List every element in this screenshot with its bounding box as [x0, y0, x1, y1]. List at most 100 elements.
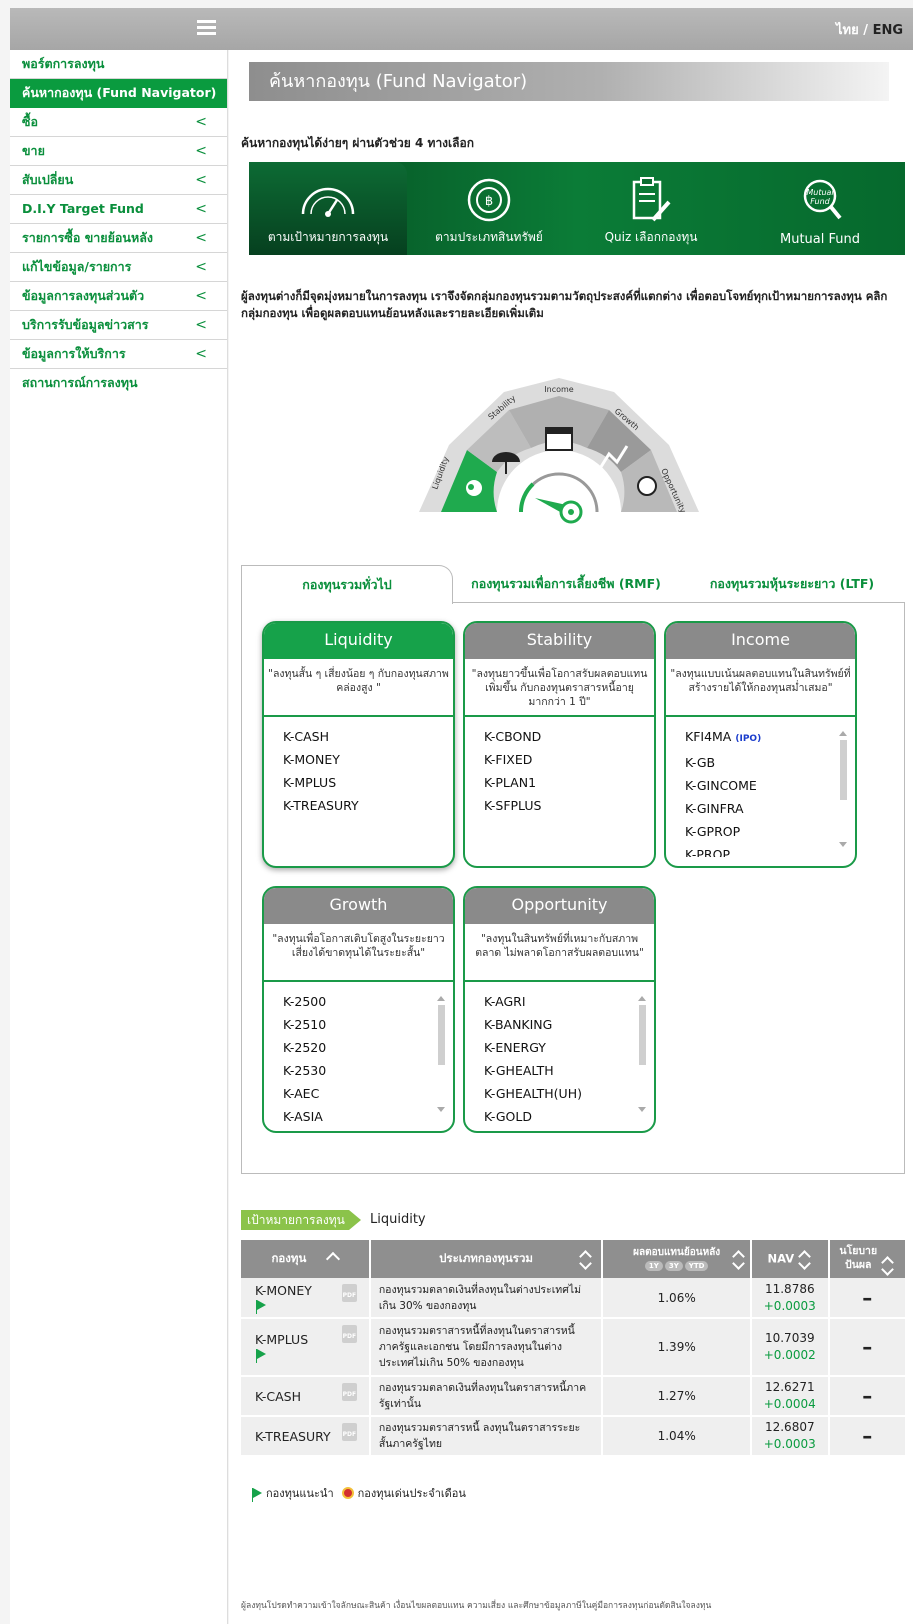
sidebar-item-label: พอร์ตการลงทุน: [22, 56, 105, 71]
fund-link[interactable]: K-GINCOME: [685, 774, 855, 797]
sidebar-item[interactable]: ซื้อ <: [10, 108, 227, 137]
sidebar-item[interactable]: สถานการณ์การลงทุน: [10, 369, 227, 398]
col-return[interactable]: ผลตอบแทนย้อนหลัง 1Y 3Y YTD: [602, 1240, 753, 1278]
sidebar-item-label: ข้อมูลการลงทุนส่วนตัว: [22, 288, 145, 303]
pdf-icon[interactable]: PDF: [341, 1383, 357, 1401]
fund-link[interactable]: K-2510: [283, 1013, 453, 1036]
fund-link[interactable]: K-2530: [283, 1059, 453, 1082]
menu-icon[interactable]: [197, 20, 216, 36]
fund-cell[interactable]: K-MPLUS PDF: [241, 1318, 371, 1377]
table-row[interactable]: K-TREASURY PDF กองทุนรวมตราสารหนี้ ลงทุนใน…: [241, 1416, 905, 1457]
fund-link[interactable]: K-2500: [283, 990, 453, 1013]
col-fund[interactable]: กองทุน: [241, 1240, 371, 1278]
sidebar-item-label: ขาย: [22, 143, 45, 158]
sidebar-item[interactable]: สับเปลี่ยน <: [10, 166, 227, 195]
chevron-left-icon: <: [195, 346, 207, 362]
card-scrollbar[interactable]: [839, 731, 847, 847]
pdf-icon[interactable]: PDF: [341, 1284, 357, 1302]
nav-cell: 12.6807 +0.0003: [751, 1416, 830, 1457]
fund-card-stability[interactable]: Stability "ลงทุนยาวขึ้นเพื่อโอกาสรับผลตอบ…: [463, 621, 656, 868]
sidebar-item[interactable]: แก้ไขข้อมูล/รายการ <: [10, 253, 227, 282]
fund-link[interactable]: K-GOLD: [484, 1105, 654, 1122]
fund-link[interactable]: K-ENERGY: [484, 1036, 654, 1059]
svg-text:฿: ฿: [485, 194, 493, 209]
fund-card-liquidity[interactable]: Liquidity "ลงทุนสั้น ๆ เสี่ยงน้อย ๆ กับกอ…: [262, 621, 455, 868]
fund-card-income[interactable]: Income "ลงทุนแบบเน้นผลตอบแทนในสินทรัพย์ที…: [664, 621, 857, 868]
return-period-pills[interactable]: 1Y 3Y YTD: [603, 1259, 750, 1272]
tab-ltf[interactable]: กองทุนรวมหุ้นระยะยาว (LTF): [679, 565, 905, 603]
tab-quiz[interactable]: Quiz เลือกกองทุน: [571, 162, 731, 255]
ipo-badge: (IPO): [735, 734, 762, 744]
sidebar-item[interactable]: ข้อมูลการให้บริการ <: [10, 340, 227, 369]
sidebar-item-label: ซื้อ: [22, 114, 38, 129]
fund-link[interactable]: K-PROP: [685, 843, 855, 857]
fund-link[interactable]: K-PLAN1: [484, 771, 654, 794]
fund-link[interactable]: K-BANKING: [484, 1013, 654, 1036]
sidebar-item[interactable]: รายการซื้อ ขายย้อนหลัง <: [10, 224, 227, 253]
tab-mutual-fund[interactable]: Mutual Fund Mutual Fund: [735, 162, 905, 255]
fund-link[interactable]: K-AEC: [283, 1082, 453, 1105]
tab-rmf[interactable]: กองทุนรวมเพื่อการเลี้ยงชีพ (RMF): [455, 565, 677, 603]
fund-link[interactable]: K-FIXED: [484, 748, 654, 771]
sidebar-item[interactable]: พอร์ตการลงทุน: [10, 50, 227, 79]
table-row[interactable]: K-MPLUS PDF กองทุนรวมตราสารหนี้ที่ลงทุนในต…: [241, 1318, 905, 1377]
card-scrollbar[interactable]: [437, 996, 445, 1112]
nav-cell: 11.8786 +0.0003: [751, 1278, 830, 1319]
table-row[interactable]: K-MONEY PDF กองทุนรวมตลาดเงินที่ลงทุนในต่า…: [241, 1278, 905, 1319]
fund-cell[interactable]: K-CASH PDF: [241, 1376, 371, 1417]
gauge-icon: [301, 187, 355, 217]
fund-link[interactable]: K-GB: [685, 751, 855, 774]
table-row[interactable]: K-CASH PDF กองทุนรวมตลาดเงินที่ลงทุนในตราส…: [241, 1376, 905, 1417]
sidebar-item[interactable]: บริการรับข้อมูลข่าวสาร <: [10, 311, 227, 340]
sidebar-item-label: ค้นหากองทุน (Fund Navigator): [22, 85, 217, 100]
fund-link[interactable]: K-MONEY: [283, 748, 453, 771]
card-title: Income: [666, 623, 855, 659]
fund-link[interactable]: K-ASIA: [283, 1105, 453, 1122]
tab-by-goal[interactable]: ตามเป้าหมายการลงทุน: [249, 162, 407, 255]
fund-link[interactable]: K-AGRI: [484, 990, 654, 1013]
card-description: "ลงทุนเพื่อโอกาสเติบโตสูงในระยะยาว เสี่ย…: [264, 924, 453, 982]
pdf-icon[interactable]: PDF: [341, 1325, 357, 1343]
fund-link[interactable]: K-MPLUS: [283, 771, 453, 794]
col-nav[interactable]: NAV: [751, 1240, 830, 1278]
card-fund-list: KFI4MA (IPO) K-GB K-GINCOME K-GINFRA K-GPROP…: [666, 717, 855, 857]
sidebar-item[interactable]: ขาย <: [10, 137, 227, 166]
lang-th[interactable]: ไทย: [836, 23, 859, 38]
fund-link[interactable]: K-GHEALTH(UH): [484, 1082, 654, 1105]
fund-type-cell: กองทุนรวมตราสารหนี้ ลงทุนในตราสารระยะสั้…: [369, 1416, 604, 1457]
fund-link[interactable]: K-TREASURY: [283, 794, 453, 817]
card-description: "ลงทุนสั้น ๆ เสี่ยงน้อย ๆ กับกองทุนสภาพค…: [264, 659, 453, 717]
card-scrollbar[interactable]: [638, 996, 646, 1112]
lang-en[interactable]: ENG: [873, 23, 903, 38]
fund-link[interactable]: K-GPROP: [685, 820, 855, 843]
sidebar-item[interactable]: ข้อมูลการลงทุนส่วนตัว <: [10, 282, 227, 311]
description-text: ผู้ลงทุนต่างก็มีจุดมุ่งหมายในการลงทุน เร…: [241, 289, 888, 320]
fund-card-growth[interactable]: Growth "ลงทุนเพื่อโอกาสเติบโตสูงในระยะยาว…: [262, 886, 455, 1133]
touch-gauge-icon: [637, 476, 657, 496]
fund-link[interactable]: K-GINFRA: [685, 797, 855, 820]
pdf-icon[interactable]: PDF: [341, 1423, 357, 1441]
dividend-cell: –: [828, 1278, 905, 1319]
sidebar: พอร์ตการลงทุนค้นหากองทุน (Fund Navigator…: [10, 50, 228, 1624]
fund-link[interactable]: K-CBOND: [484, 725, 654, 748]
col-dividend[interactable]: นโยบาย ปันผล: [828, 1240, 905, 1278]
fund-link[interactable]: K-2520: [283, 1036, 453, 1059]
chevron-left-icon: <: [195, 114, 207, 130]
card-title: Opportunity: [465, 888, 654, 924]
sidebar-item[interactable]: D.I.Y Target Fund <: [10, 195, 227, 224]
fund-type-cell: กองทุนรวมตราสารหนี้ที่ลงทุนในตราสารหนี้ภ…: [369, 1318, 604, 1377]
fund-cell[interactable]: K-TREASURY PDF: [241, 1416, 371, 1457]
fund-link[interactable]: K-GHEALTH: [484, 1059, 654, 1082]
fund-card-opportunity[interactable]: Opportunity "ลงทุนในสินทรัพย์ที่เหมาะกับส…: [463, 886, 656, 1133]
fund-link[interactable]: KFI4MA (IPO): [685, 725, 855, 751]
tab-by-asset[interactable]: ฿ ตามประเภทสินทรัพย์: [409, 162, 569, 255]
app-root: ไทย / ENG พอร์ตการลงทุนค้นหากองทุน (Fund…: [0, 0, 913, 1624]
col-type[interactable]: ประเภทกองทุนรวม: [369, 1240, 604, 1278]
fund-link[interactable]: K-SFPLUS: [484, 794, 654, 817]
language-switcher[interactable]: ไทย / ENG: [836, 19, 903, 40]
fund-cell[interactable]: K-MONEY PDF: [241, 1278, 371, 1319]
fund-link[interactable]: K-CASH: [283, 725, 453, 748]
sidebar-item[interactable]: ค้นหากองทุน (Fund Navigator): [10, 79, 227, 108]
tab-general-funds[interactable]: กองทุนรวมทั่วไป: [241, 565, 453, 604]
liquidity-coins-icon: [466, 480, 482, 496]
